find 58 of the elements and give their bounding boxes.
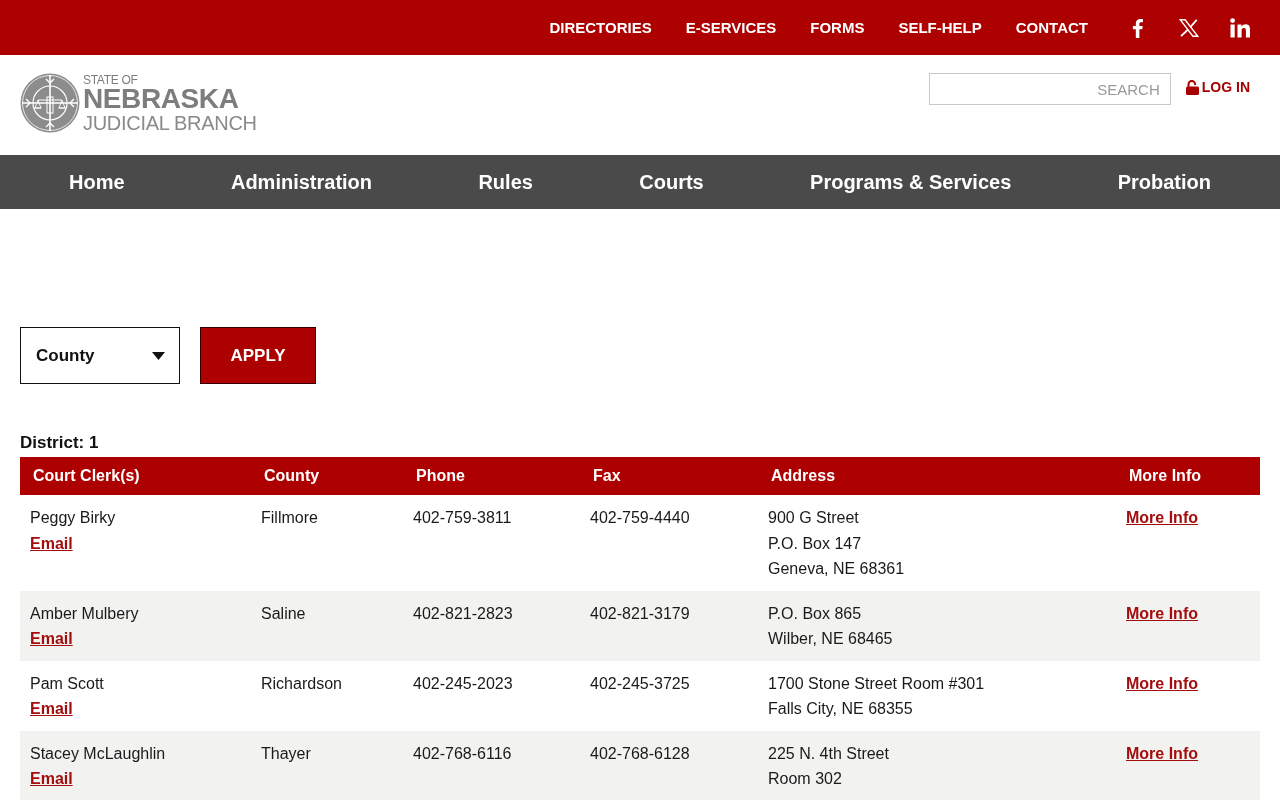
column-header: Fax (593, 467, 621, 484)
lock-icon (1185, 79, 1199, 95)
x-icon[interactable] (1179, 17, 1199, 38)
more-info-link[interactable]: More Info (1126, 509, 1198, 526)
county-cell: Thayer (261, 744, 311, 762)
clerk-name: Amber Mulbery (30, 603, 139, 624)
login-link[interactable]: LOG IN (1185, 79, 1250, 95)
clerk-name: Peggy Birky (30, 508, 116, 528)
nav-link[interactable]: Rules (478, 170, 533, 194)
top-link[interactable]: FORMS (810, 19, 865, 36)
top-link[interactable]: DIRECTORIES (549, 19, 652, 36)
phone-cell: 402-821-2823 (413, 604, 513, 622)
logo-subtitle: STATE OF (83, 74, 139, 86)
nav-link[interactable]: Courts (639, 170, 704, 194)
linkedin-icon[interactable] (1230, 17, 1250, 38)
district-heading: District: 1 (20, 432, 100, 454)
clerk-name: Pam Scott (30, 673, 104, 694)
nav-link[interactable]: Home (69, 170, 125, 194)
fax-cell: 402-821-3179 (590, 604, 690, 622)
nav-link[interactable]: Programs & Services (810, 170, 1012, 194)
top-link[interactable]: SELF-HELP (898, 19, 982, 36)
county-cell: Fillmore (261, 509, 318, 526)
address-text: 900 G Street P.O. Box 147 Geneva, NE 68361 (768, 508, 905, 579)
fax-cell: 402-759-4440 (590, 509, 690, 526)
county-cell: Saline (261, 604, 306, 622)
address-text: P.O. Box 865 Wilber, NE 68465 (768, 603, 893, 649)
county-select[interactable]: County (20, 327, 180, 384)
email-link[interactable]: Email (30, 626, 73, 652)
nav-link[interactable]: Probation (1117, 170, 1211, 194)
seal-icon (20, 73, 80, 133)
top-link[interactable]: CONTACT (1015, 19, 1088, 36)
email-link[interactable]: Email (30, 766, 73, 792)
address-text: 225 N. 4th Street Room 302 (768, 743, 889, 789)
more-info-link[interactable]: More Info (1126, 604, 1198, 622)
email-link[interactable]: Email (30, 530, 73, 556)
search-field[interactable]: SEARCH (928, 73, 1171, 105)
apply-button[interactable]: APPLY (200, 327, 316, 384)
phone-cell: 402-245-2023 (413, 674, 513, 692)
email-link[interactable]: Email (30, 696, 73, 722)
phone-cell: 402-768-6116 (413, 744, 512, 762)
column-header: Court Clerk(s) (33, 467, 140, 484)
fax-cell: 402-768-6128 (590, 744, 690, 762)
logo-title: NEBRASKA (83, 86, 240, 112)
more-info-link[interactable]: More Info (1126, 674, 1198, 692)
county-cell: Richardson (261, 674, 342, 692)
column-header: County (264, 467, 320, 484)
top-link[interactable]: E-SERVICES (685, 19, 777, 36)
nav-link[interactable]: Administration (230, 170, 373, 194)
column-header: More Info (1129, 467, 1201, 484)
phone-cell: 402-759-3811 (413, 509, 512, 526)
address-text: 1700 Stone Street Room #301 Falls City, NE 68355 (768, 673, 985, 719)
caret-icon (152, 351, 165, 360)
clerk-name: Stacey McLaughlin (30, 743, 166, 764)
more-info-link[interactable]: More Info (1126, 744, 1198, 762)
fax-cell: 402-245-3725 (590, 674, 690, 692)
logo-tagline: JUDICIAL BRANCH (83, 112, 257, 134)
column-header: Address (771, 467, 836, 484)
column-header: Phone (416, 467, 465, 484)
